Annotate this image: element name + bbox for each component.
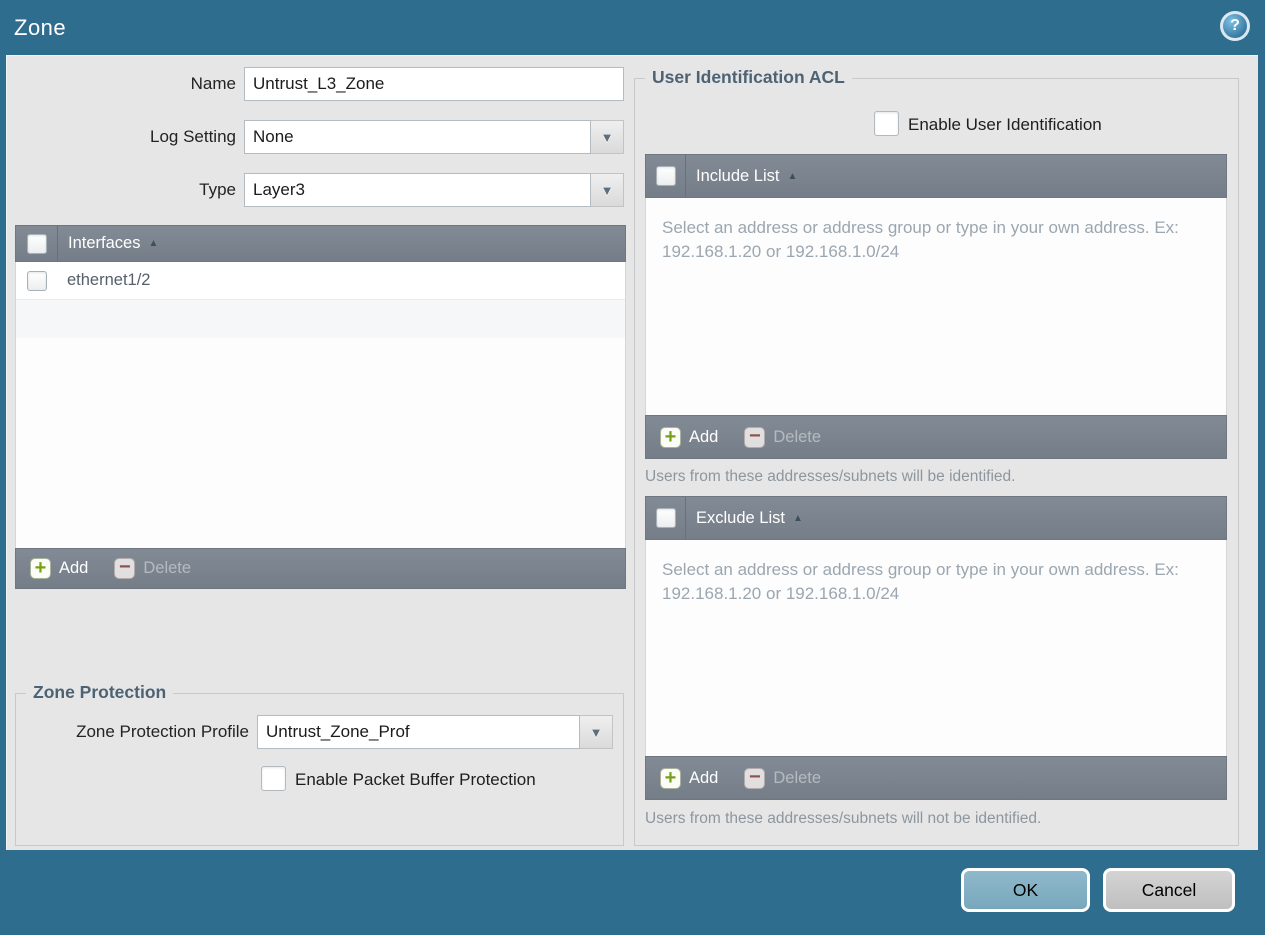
column-divider	[685, 155, 686, 197]
interfaces-column-header: Interfaces	[68, 234, 141, 252]
zone-dialog-window: Zone ? Name Log Setting ▼ Type ▼	[0, 0, 1265, 935]
add-button-label: Add	[689, 427, 719, 446]
sort-asc-icon: ▲	[792, 512, 803, 524]
type-input[interactable]	[244, 173, 591, 207]
zone-protection-legend: Zone Protection	[26, 682, 174, 703]
ok-button[interactable]: OK	[961, 868, 1090, 912]
exclude-list-hint: Users from these addresses/subnets will …	[645, 810, 1042, 827]
packet-buffer-protection-label: Enable Packet Buffer Protection	[295, 770, 536, 789]
interface-name: ethernet1/2	[67, 271, 151, 289]
add-button[interactable]: + Add	[30, 558, 88, 579]
zone-protection-profile-dropdown-button[interactable]: ▼	[580, 715, 613, 749]
delete-button[interactable]: − Delete	[744, 426, 822, 448]
name-label: Name	[190, 74, 236, 93]
zone-protection-profile-label: Zone Protection Profile	[76, 722, 249, 741]
user-identification-acl-legend: User Identification ACL	[645, 67, 852, 88]
include-list-placeholder: Select an address or address group or ty…	[662, 218, 1179, 261]
interfaces-table-footer: + Add − Delete	[15, 548, 626, 589]
include-list-header[interactable]: Include List ▲	[645, 154, 1227, 198]
chevron-down-icon: ▼	[589, 724, 603, 740]
include-list-footer: + Add − Delete	[645, 415, 1227, 459]
sort-asc-icon: ▲	[148, 238, 159, 249]
interfaces-table: Interfaces ▲ ethernet1/2 + Add − Delete	[15, 225, 626, 589]
zone-protection-fieldset: Zone Protection Zone Protection Profile …	[15, 682, 624, 846]
include-select-all-checkbox[interactable]	[655, 166, 676, 186]
sort-asc-icon: ▲	[787, 170, 798, 182]
add-icon: +	[660, 426, 681, 448]
dialog-titlebar: Zone	[0, 0, 1265, 55]
delete-button-label: Delete	[143, 559, 192, 577]
exclude-list-table: Exclude List ▲ Select an address or addr…	[645, 496, 1227, 800]
exclude-select-all-checkbox[interactable]	[655, 508, 676, 528]
delete-icon: −	[114, 557, 136, 579]
delete-icon: −	[744, 767, 766, 789]
log-setting-dropdown-button[interactable]: ▼	[591, 120, 624, 154]
zone-protection-profile-combo: ▼	[257, 715, 613, 749]
column-divider	[685, 497, 686, 539]
exclude-list-placeholder: Select an address or address group or ty…	[662, 560, 1179, 603]
type-label: Type	[199, 180, 236, 199]
name-input[interactable]	[244, 67, 624, 101]
packet-buffer-protection-checkbox[interactable]	[261, 766, 286, 791]
log-setting-input[interactable]	[244, 120, 591, 154]
exclude-list-footer: + Add − Delete	[645, 756, 1227, 800]
include-list-body: Select an address or address group or ty…	[645, 198, 1227, 415]
enable-user-identification-checkbox[interactable]	[874, 111, 899, 136]
interfaces-select-all-checkbox[interactable]	[26, 233, 47, 254]
chevron-down-icon: ▼	[600, 182, 614, 198]
interfaces-table-header[interactable]: Interfaces ▲	[15, 225, 626, 262]
enable-user-identification-label: Enable User Identification	[908, 115, 1102, 134]
exclude-list-body: Select an address or address group or ty…	[645, 540, 1227, 756]
interfaces-table-body: ethernet1/2	[15, 262, 626, 548]
delete-button[interactable]: − Delete	[744, 767, 822, 789]
add-icon: +	[30, 558, 51, 579]
type-dropdown-button[interactable]: ▼	[591, 173, 624, 207]
delete-icon: −	[744, 426, 766, 448]
include-list-table: Include List ▲ Select an address or addr…	[645, 154, 1227, 459]
chevron-down-icon: ▼	[600, 129, 614, 145]
empty-row-stripe	[16, 300, 625, 338]
add-button[interactable]: + Add	[660, 426, 719, 448]
include-list-hint: Users from these addresses/subnets will …	[645, 468, 1016, 485]
user-identification-acl-fieldset: User Identification ACL Enable User Iden…	[634, 67, 1239, 846]
table-row[interactable]: ethernet1/2	[16, 262, 625, 300]
exclude-list-header[interactable]: Exclude List ▲	[645, 496, 1227, 540]
zone-protection-profile-input[interactable]	[257, 715, 580, 749]
add-button-label: Add	[59, 559, 89, 577]
add-button-label: Add	[689, 768, 719, 787]
delete-button-label: Delete	[773, 768, 822, 787]
include-list-column-header: Include List	[696, 166, 780, 185]
add-button[interactable]: + Add	[660, 767, 719, 789]
row-checkbox[interactable]	[26, 270, 47, 291]
delete-button-label: Delete	[773, 427, 822, 446]
cancel-button[interactable]: Cancel	[1103, 868, 1235, 912]
delete-button[interactable]: − Delete	[114, 557, 192, 579]
dialog-title: Zone	[14, 14, 67, 40]
log-setting-label: Log Setting	[149, 127, 236, 146]
log-setting-combo: ▼	[244, 120, 624, 154]
column-divider	[57, 226, 58, 261]
dialog-body: Name Log Setting ▼ Type ▼ Interfaces	[6, 55, 1258, 850]
type-combo: ▼	[244, 173, 624, 207]
exclude-list-column-header: Exclude List	[696, 508, 785, 527]
add-icon: +	[660, 767, 681, 789]
help-icon[interactable]: ?	[1220, 11, 1250, 41]
